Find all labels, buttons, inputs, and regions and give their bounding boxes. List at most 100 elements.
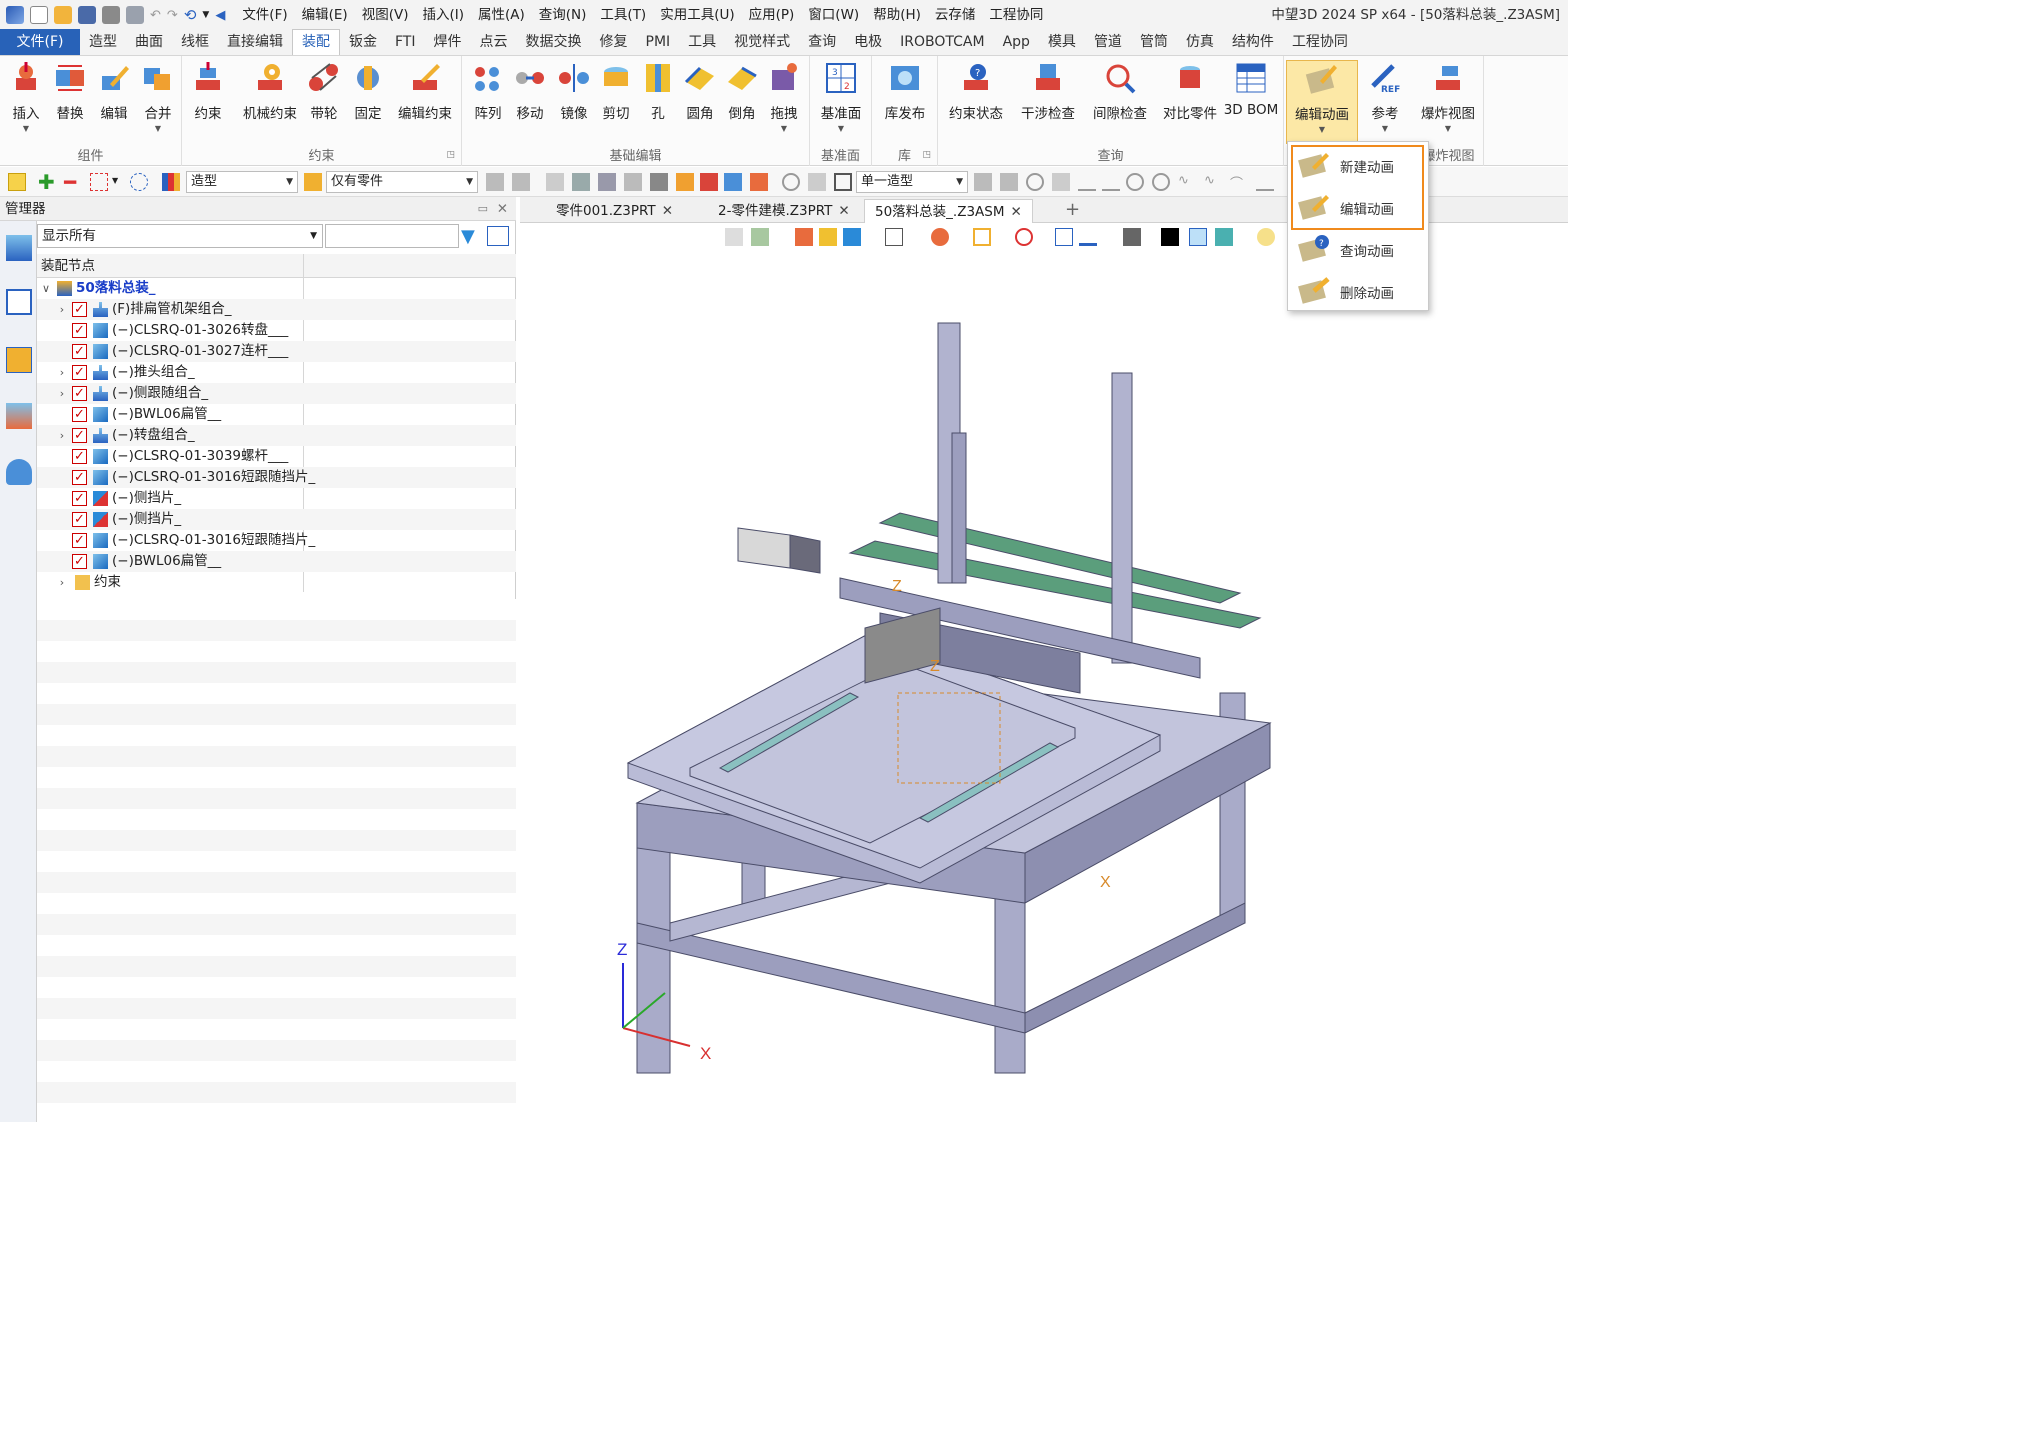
menu-item[interactable]: 工程协同 (982, 0, 1050, 30)
filter-combo[interactable]: 仅有零件 ▼ (326, 171, 478, 193)
chamfer-button[interactable]: 倒角 (722, 60, 762, 144)
save-icon[interactable] (78, 6, 96, 24)
visibility-checkbox[interactable] (72, 425, 87, 446)
menu-item[interactable]: 编辑(E) (295, 0, 355, 30)
select-combo[interactable]: 单一造型 ▼ (856, 171, 968, 193)
belt-pulley-button[interactable]: 带轮 (304, 60, 344, 144)
ribbon-tab[interactable]: 线框 (172, 30, 218, 55)
ribbon-tab[interactable]: 装配 (292, 29, 340, 55)
expand-chevron-icon[interactable]: › (56, 362, 68, 383)
constraint-status-button[interactable]: ? 约束状态 (944, 60, 1008, 144)
visibility-checkbox[interactable] (72, 530, 87, 551)
collapse-chevron-icon[interactable]: ∨ (40, 278, 52, 299)
print-icon[interactable] (102, 6, 120, 24)
menu-item[interactable]: 帮助(H) (866, 0, 928, 30)
edit-animation-button[interactable]: 编辑动画 ▼ (1286, 60, 1358, 144)
toolbar-tool-7-icon[interactable] (676, 173, 694, 191)
ribbon-tab[interactable]: IROBOTCAM (891, 30, 993, 55)
ribbon-tab[interactable]: 修复 (591, 30, 637, 55)
menu-item[interactable]: 实用工具(U) (653, 0, 741, 30)
menu-item[interactable]: 查询(N) (532, 0, 594, 30)
snap-curve-icon[interactable]: ∿ (1178, 173, 1196, 191)
visibility-checkbox[interactable] (72, 362, 87, 383)
ribbon-tab[interactable]: 点云 (471, 30, 517, 55)
expand-chevron-icon[interactable]: › (56, 299, 68, 320)
ribbon-tab[interactable]: 数据交换 (517, 30, 591, 55)
filter-settings-icon[interactable] (487, 226, 509, 246)
doc-tab-part001[interactable]: 零件001.Z3PRT ✕ (546, 199, 683, 223)
box-select-icon[interactable] (90, 173, 108, 191)
reference-button[interactable]: REF 参考 ▼ (1362, 60, 1408, 144)
display-filter-combo[interactable]: 显示所有 ▼ (37, 224, 323, 248)
ribbon-tab[interactable]: 工具 (679, 30, 725, 55)
hole-button[interactable]: 孔 (638, 60, 678, 144)
ribbon-tab[interactable]: 造型 (80, 30, 126, 55)
merge-button[interactable]: 合并 ▼ (138, 60, 178, 144)
history-manager-icon[interactable] (6, 235, 32, 261)
toolbar-tool-11-icon[interactable] (808, 173, 826, 191)
tree-row[interactable]: (−)CLSRQ-01-3027连杆___ (37, 341, 516, 362)
assembly-manager-icon[interactable] (6, 289, 32, 315)
ribbon-tab[interactable]: 结构件 (1223, 30, 1283, 55)
open-folder-icon[interactable] (54, 6, 72, 24)
rebuild-icon[interactable]: ⟲ (184, 6, 197, 24)
ribbon-tab[interactable]: App (994, 30, 1039, 55)
box-select-dropdown-icon[interactable]: ▼ (112, 176, 118, 185)
pick-icon[interactable] (8, 173, 26, 191)
compare-part-button[interactable]: 对比零件 (1158, 60, 1222, 144)
visibility-checkbox[interactable] (72, 446, 87, 467)
ribbon-tab[interactable]: 电极 (845, 30, 891, 55)
snap-arc-icon[interactable]: ⌒ (1230, 173, 1248, 192)
filter-chart-icon[interactable] (162, 173, 180, 191)
visibility-checkbox[interactable] (72, 488, 87, 509)
ribbon-tab[interactable]: 曲面 (126, 30, 172, 55)
ribbon-tab[interactable]: 查询 (799, 30, 845, 55)
visibility-checkbox[interactable] (72, 404, 87, 425)
menu-item[interactable]: 属性(A) (471, 0, 532, 30)
menu-item-delete-animation[interactable]: 删除动画 (1292, 271, 1426, 311)
close-panel-icon[interactable]: ✕ (497, 197, 508, 221)
ribbon-tab[interactable]: FTI (386, 30, 425, 55)
expand-chevron-icon[interactable]: › (56, 572, 68, 593)
clearance-check-button[interactable]: 间隙检查 (1088, 60, 1152, 144)
tree-root[interactable]: ∨ 50落料总装_ (37, 278, 516, 299)
menu-item[interactable]: 应用(P) (742, 0, 802, 30)
tree-row[interactable]: › (−)推头组合_ (37, 362, 516, 383)
fillet-button[interactable]: 圆角 (680, 60, 720, 144)
mode-combo[interactable]: 造型 ▼ (186, 171, 298, 193)
snap-line-icon[interactable] (1078, 173, 1096, 191)
3d-bom-button[interactable]: 3D BOM (1222, 60, 1280, 144)
menu-item[interactable]: 文件(F) (235, 0, 294, 30)
ribbon-tab[interactable]: 焊件 (425, 30, 471, 55)
visibility-checkbox[interactable] (72, 320, 87, 341)
snap-circle-icon[interactable] (1152, 173, 1170, 191)
close-tab-icon[interactable]: ✕ (662, 203, 673, 219)
snap-4-icon[interactable] (1052, 173, 1070, 191)
cursor-icon[interactable] (650, 173, 668, 191)
toolbar-tool-9-icon[interactable] (724, 173, 742, 191)
user-manager-icon[interactable] (6, 459, 32, 485)
tree-row[interactable]: › (F)排扁管机架组合_ (37, 299, 516, 320)
menu-item[interactable]: 工具(T) (593, 0, 653, 30)
filter-funnel-icon[interactable]: ▼ (461, 226, 475, 247)
tree-row[interactable]: › (−)侧跟随组合_ (37, 383, 516, 404)
ribbon-tab[interactable]: 钣金 (340, 30, 386, 55)
move-button[interactable]: 移动 (510, 60, 550, 144)
expand-chevron-icon[interactable]: › (56, 425, 68, 446)
exploded-view-button[interactable]: 爆炸视图 ▼ (1416, 60, 1480, 144)
lasso-icon[interactable] (130, 173, 148, 191)
tree-row[interactable]: (−)侧挡片_ (37, 509, 516, 530)
file-tab[interactable]: 文件(F) (0, 29, 80, 55)
tree-row[interactable]: (−)CLSRQ-01-3016短跟随挡片_ (37, 467, 516, 488)
print-preview-icon[interactable] (126, 6, 144, 24)
tree-row[interactable]: (−)BWL06扁管__ (37, 551, 516, 572)
undo-icon[interactable]: ↶ (150, 8, 161, 23)
toolbar-tool-6-icon[interactable] (624, 173, 642, 191)
3d-viewport[interactable]: Z X Z Z X (520, 223, 1568, 1122)
menu-item-query-animation[interactable]: ? 查询动画 (1292, 229, 1426, 269)
visibility-checkbox[interactable] (72, 551, 87, 572)
snap-2-icon[interactable] (1000, 173, 1018, 191)
drag-button[interactable]: 拖拽 ▼ (764, 60, 804, 144)
snap-spline-icon[interactable]: ∿ (1204, 173, 1222, 191)
assembly-model[interactable]: Z X Z Z X (520, 223, 1568, 1122)
